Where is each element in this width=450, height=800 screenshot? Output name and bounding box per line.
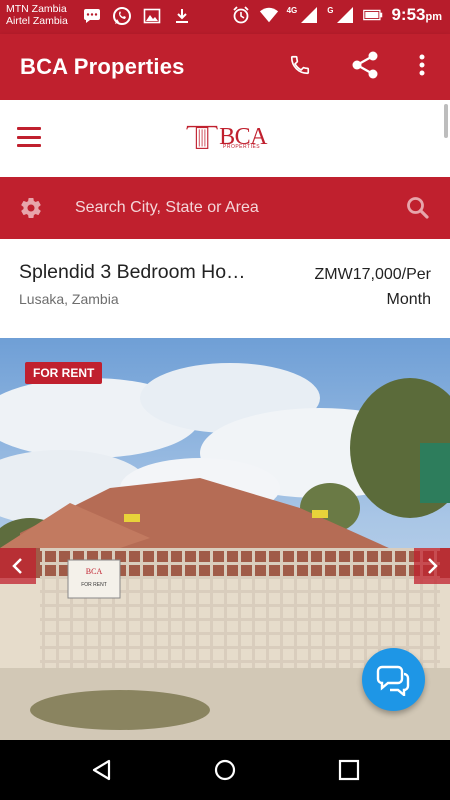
back-button[interactable] [88, 756, 116, 784]
page-scrollbar[interactable] [444, 104, 448, 138]
carrier-names: MTN Zambia Airtel Zambia [6, 3, 68, 27]
search-icon [407, 197, 429, 219]
status-bar: MTN Zambia Airtel Zambia 4G G 9:53pm [0, 0, 450, 34]
status-right: 4G G 9:53pm [231, 5, 442, 25]
price-line-1: ZMW17,000/Per [314, 266, 431, 283]
whatsapp-icon [112, 6, 132, 26]
hamburger-line [17, 127, 41, 130]
listing-price: ZMW17,000/Per Month [281, 262, 431, 312]
next-photo-button[interactable] [414, 548, 450, 584]
site-logo[interactable]: BCA PROPERTIES [185, 122, 267, 152]
chevron-left-icon [12, 558, 22, 574]
chat-bubbles-icon [376, 665, 409, 696]
home-circle-icon [214, 759, 236, 781]
listing-header: Splendid 3 Bedroom House Lusaka, Zambia … [0, 239, 450, 338]
carrier-2: Airtel Zambia [6, 15, 68, 27]
recents-button[interactable] [335, 756, 363, 784]
recents-square-icon [338, 759, 360, 781]
svg-text:BCA: BCA [86, 567, 103, 576]
network-type-1: 4G [286, 5, 298, 15]
pillar-logo-icon [186, 125, 218, 149]
chat-button[interactable] [362, 648, 425, 711]
share-button[interactable] [349, 51, 381, 83]
back-triangle-icon [92, 759, 111, 781]
battery-icon [363, 5, 383, 25]
system-navigation-bar [0, 740, 450, 800]
filter-settings-button[interactable] [19, 196, 43, 220]
clock: 9:53pm [391, 5, 442, 25]
carrier-1: MTN Zambia [6, 3, 67, 15]
previous-photo-button[interactable] [0, 548, 36, 584]
share-icon [350, 50, 380, 85]
listing-location: Lusaka, Zambia [19, 291, 119, 307]
alarm-icon [231, 5, 251, 25]
gear-icon [21, 198, 41, 219]
hamburger-line [17, 135, 41, 139]
clock-suffix: pm [425, 11, 443, 23]
menu-button[interactable] [17, 127, 41, 147]
site-header: BCA PROPERTIES [0, 100, 450, 177]
overflow-menu-button[interactable] [406, 51, 438, 83]
phone-icon [289, 54, 311, 81]
app-screen: MTN Zambia Airtel Zambia 4G G 9:53pm BCA… [0, 0, 450, 800]
for-rent-badge: FOR RENT [25, 362, 103, 384]
clock-time: 9:53 [391, 5, 426, 24]
svg-text:FOR RENT: FOR RENT [81, 582, 107, 588]
message-icon [82, 6, 102, 26]
home-button[interactable] [211, 756, 239, 784]
download-icon [172, 6, 192, 26]
image-icon [142, 6, 162, 26]
call-button[interactable] [284, 51, 316, 83]
app-title: BCA Properties [20, 54, 185, 79]
search-button[interactable] [404, 194, 432, 222]
wifi-icon [259, 5, 279, 25]
price-line-2: Month [386, 291, 431, 308]
app-bar: BCA Properties [0, 34, 450, 100]
network-type-2: G [327, 5, 334, 15]
signal-icon [299, 5, 319, 25]
signal-icon-2 [335, 5, 355, 25]
search-input[interactable] [62, 191, 392, 225]
more-vert-icon [418, 53, 426, 82]
chevron-right-icon [428, 558, 438, 574]
logo-subtext: PROPERTIES [223, 144, 261, 150]
listing-title[interactable]: Splendid 3 Bedroom House [19, 261, 254, 284]
hamburger-line [17, 144, 41, 147]
notification-icons [82, 6, 192, 26]
search-bar [0, 177, 450, 239]
